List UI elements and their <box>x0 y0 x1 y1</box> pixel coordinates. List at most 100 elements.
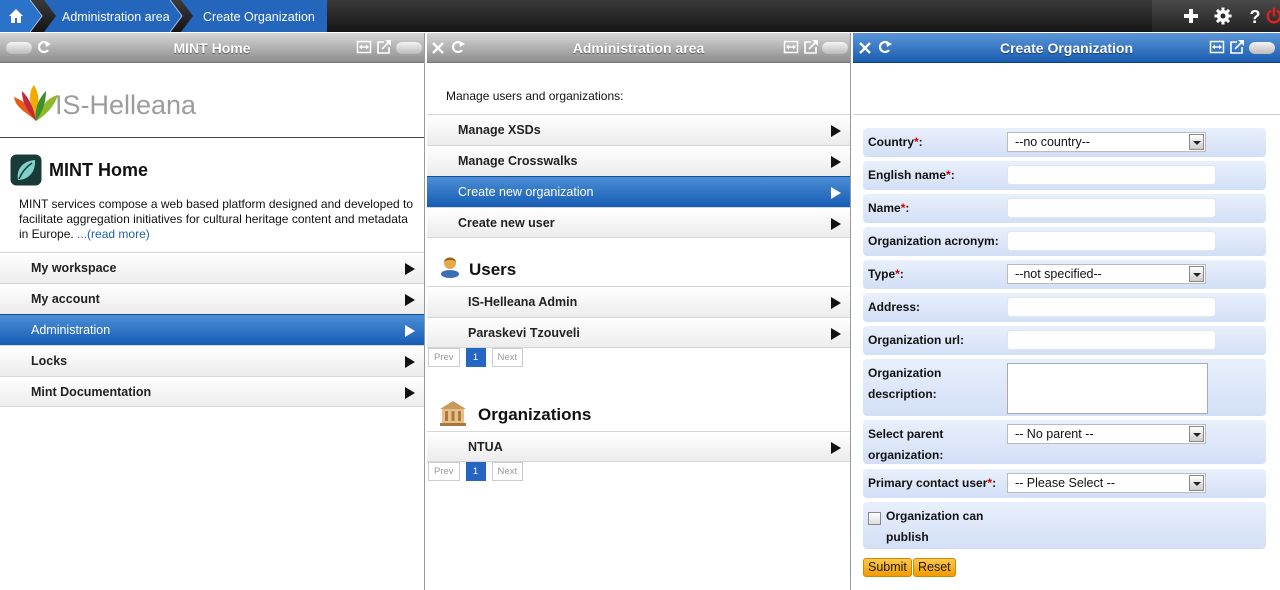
chevron-down-icon <box>1189 426 1204 442</box>
select-value: -- No parent -- <box>1015 427 1094 441</box>
chevron-right-icon <box>831 442 841 454</box>
popout-icon[interactable] <box>376 39 392 55</box>
building-icon <box>440 401 466 426</box>
chevron-right-icon <box>831 125 841 137</box>
popout-icon[interactable] <box>1229 39 1245 55</box>
read-more-link[interactable]: ...(read more) <box>77 227 150 241</box>
address-input[interactable] <box>1007 297 1216 317</box>
menu-item-mint-documentation[interactable]: Mint Documentation <box>0 376 424 407</box>
menu-item-label: My account <box>31 292 100 306</box>
chevron-right-icon <box>405 387 415 399</box>
panel-mint-home: MINT Home IS-Helleana MINT Home MINT ser… <box>0 33 425 590</box>
form-row-description: Organization description: <box>863 359 1266 416</box>
menu-item-label: My workspace <box>31 261 117 275</box>
label-text: Name <box>868 201 901 215</box>
country-select[interactable]: --no country-- <box>1007 132 1206 152</box>
user-row-paraskevi-tzouveli[interactable]: Paraskevi Tzouveli <box>427 317 850 348</box>
logo-text: IS-Helleana <box>55 90 197 120</box>
expand-icon[interactable] <box>1209 39 1225 55</box>
menu-item-administration[interactable]: Administration <box>0 314 424 345</box>
panel-forward-pill[interactable] <box>822 42 848 54</box>
breadcrumb: Administration area Create Organization <box>0 0 327 32</box>
divider <box>853 114 1280 115</box>
menu-item-label: Manage XSDs <box>458 123 541 137</box>
menu-item-manage-xsds[interactable]: Manage XSDs <box>427 114 850 145</box>
menu-item-label: Manage Crosswalks <box>458 154 578 168</box>
field-label: English name*: <box>868 168 955 182</box>
label-text: Type <box>868 267 896 281</box>
form-row-primary-contact: Primary contact user*: -- Please Select … <box>863 469 1266 498</box>
form-row-type: Type*: --not specified-- <box>863 260 1266 289</box>
users-pager: Prev 1 Next <box>428 348 524 367</box>
expand-icon[interactable] <box>783 39 799 55</box>
submit-button[interactable]: Submit <box>863 558 912 577</box>
label-text: Country <box>868 135 914 149</box>
menu-item-my-workspace[interactable]: My workspace <box>0 252 424 283</box>
menu-item-my-account[interactable]: My account <box>0 283 424 314</box>
name-input[interactable] <box>1007 198 1216 218</box>
plus-icon[interactable] <box>1182 7 1200 25</box>
page-1-button[interactable]: 1 <box>465 348 486 367</box>
chevron-right-icon <box>405 294 415 306</box>
orgs-pager: Prev 1 Next <box>428 462 524 481</box>
prev-page-button[interactable]: Prev <box>428 348 460 367</box>
form-row-english-name: English name*: <box>863 161 1266 190</box>
power-icon[interactable] <box>1265 7 1280 25</box>
breadcrumb-create-organization[interactable]: Create Organization <box>181 0 327 32</box>
next-page-button[interactable]: Next <box>491 348 524 367</box>
url-input[interactable] <box>1007 330 1216 350</box>
breadcrumb-administration-area[interactable]: Administration area <box>44 0 184 32</box>
field-label: description: <box>868 387 937 401</box>
chevron-right-icon <box>831 187 841 199</box>
page-1-button[interactable]: 1 <box>465 462 486 481</box>
menu-item-create-new-organization[interactable]: Create new organization <box>427 176 850 207</box>
top-actions: ? <box>1152 0 1280 32</box>
popout-icon[interactable] <box>803 39 819 55</box>
required-marker: * <box>895 267 900 281</box>
english-name-input[interactable] <box>1007 165 1216 185</box>
can-publish-checkbox[interactable] <box>868 512 881 525</box>
chevron-right-icon <box>405 325 415 337</box>
panel-forward-pill[interactable] <box>1249 42 1275 54</box>
select-value: -- Please Select -- <box>1015 476 1116 490</box>
mint-home-heading: MINT Home <box>49 160 148 180</box>
chevron-right-icon <box>831 297 841 309</box>
org-row-ntua[interactable]: NTUA <box>427 431 850 462</box>
label-text: Primary contact user <box>868 476 988 490</box>
menu-item-label: Locks <box>31 354 68 368</box>
chevron-down-icon <box>1189 475 1204 491</box>
field-label: Organization url: <box>868 333 964 347</box>
top-bar: Administration area Create Organization <box>0 0 1280 32</box>
parent-organization-select[interactable]: -- No parent -- <box>1007 424 1206 444</box>
form-row-name: Name*: <box>863 194 1266 223</box>
home-icon <box>9 9 23 23</box>
chevron-right-icon <box>831 218 841 230</box>
type-select[interactable]: --not specified-- <box>1007 264 1206 284</box>
prev-page-button[interactable]: Prev <box>428 462 460 481</box>
org-name: NTUA <box>468 440 503 454</box>
breadcrumb-home[interactable] <box>0 0 44 32</box>
checkbox-label: publish <box>886 530 929 544</box>
menu-item-manage-crosswalks[interactable]: Manage Crosswalks <box>427 145 850 176</box>
panel-forward-pill[interactable] <box>396 42 422 54</box>
select-value: --no country-- <box>1015 135 1091 149</box>
menu-item-locks[interactable]: Locks <box>0 345 424 376</box>
acronym-input[interactable] <box>1007 231 1216 251</box>
divider <box>0 137 424 138</box>
reset-button[interactable]: Reset <box>913 558 956 577</box>
svg-text:?: ? <box>1250 7 1261 25</box>
next-page-button[interactable]: Next <box>491 462 524 481</box>
gear-icon[interactable] <box>1214 7 1232 25</box>
menu-item-create-new-user[interactable]: Create new user <box>427 207 850 238</box>
form-row-address: Address: <box>863 293 1266 322</box>
help-icon[interactable]: ? <box>1246 7 1264 25</box>
expand-icon[interactable] <box>356 39 372 55</box>
field-label: Type*: <box>868 267 904 281</box>
primary-contact-select[interactable]: -- Please Select -- <box>1007 473 1206 493</box>
description-textarea[interactable] <box>1007 363 1208 414</box>
required-marker: * <box>946 168 951 182</box>
user-name: Paraskevi Tzouveli <box>468 326 580 340</box>
menu-item-label: Create new organization <box>458 185 594 199</box>
field-label: Organization <box>868 366 942 380</box>
user-row-is-helleana-admin[interactable]: IS-Helleana Admin <box>427 286 850 317</box>
